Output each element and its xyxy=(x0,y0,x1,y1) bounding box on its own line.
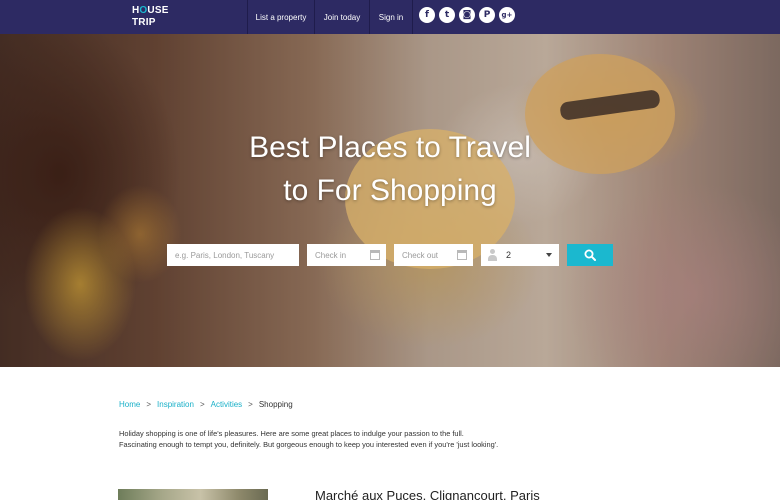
google-plus-icon[interactable]: g+ xyxy=(499,7,515,23)
logo-text-use: USE xyxy=(147,5,169,16)
list-property-link[interactable]: List a property xyxy=(248,0,314,34)
person-icon xyxy=(487,249,497,261)
breadcrumb-separator: > xyxy=(199,400,205,409)
guests-value: 2 xyxy=(506,250,512,260)
pinterest-icon[interactable]: P xyxy=(479,7,495,23)
breadcrumb-home[interactable]: Home xyxy=(119,400,140,409)
intro-line-1: Holiday shopping is one of life's pleasu… xyxy=(119,429,464,438)
hero-banner: Best Places to Travel to For Shopping e.… xyxy=(0,34,780,367)
check-in-date-field[interactable]: Check in xyxy=(307,244,386,266)
breadcrumb-separator: > xyxy=(248,400,253,409)
check-in-placeholder: Check in xyxy=(315,250,347,260)
breadcrumb-activities[interactable]: Activities xyxy=(211,400,243,409)
check-out-date-field[interactable]: Check out xyxy=(394,244,473,266)
hero-title-line-1: Best Places to Travel xyxy=(249,131,531,164)
breadcrumb: Home > Inspiration > Activities > Shoppi… xyxy=(119,400,293,409)
chevron-down-icon xyxy=(546,253,552,257)
sign-in-link[interactable]: Sign in xyxy=(370,0,412,34)
housetrip-logo[interactable]: HOUSE TRIP xyxy=(132,6,172,30)
nav-divider xyxy=(314,0,315,34)
breadcrumb-inspiration[interactable]: Inspiration xyxy=(157,400,194,409)
listing-title[interactable]: Marché aux Puces, Clignancourt, Paris xyxy=(315,488,540,500)
destination-input[interactable]: e.g. Paris, London, Tuscany xyxy=(167,244,299,266)
intro-line-2: Fascinating enough to tempt you, definit… xyxy=(119,440,499,449)
twitter-icon[interactable]: t xyxy=(439,7,455,23)
hero-title-line-2: to For Shopping xyxy=(283,174,497,207)
join-today-link[interactable]: Join today xyxy=(316,0,368,34)
listing-thumbnail[interactable] xyxy=(118,489,268,500)
intro-text: Holiday shopping is one of life's pleasu… xyxy=(119,428,679,450)
breadcrumb-separator: > xyxy=(146,400,152,409)
top-navigation-bar: HOUSE TRIP List a property Join today Si… xyxy=(0,0,780,34)
breadcrumb-current: Shopping xyxy=(258,400,293,409)
search-icon xyxy=(584,249,596,261)
instagram-icon[interactable]: ◙ xyxy=(459,7,475,23)
check-out-placeholder: Check out xyxy=(402,250,439,260)
guests-select[interactable]: 2 xyxy=(481,244,559,266)
calendar-icon xyxy=(370,250,380,260)
facebook-icon[interactable]: f xyxy=(419,7,435,23)
search-button[interactable] xyxy=(567,244,613,266)
nav-divider xyxy=(412,0,413,34)
calendar-icon xyxy=(457,250,467,260)
logo-text-trip: TRIP xyxy=(132,17,156,28)
